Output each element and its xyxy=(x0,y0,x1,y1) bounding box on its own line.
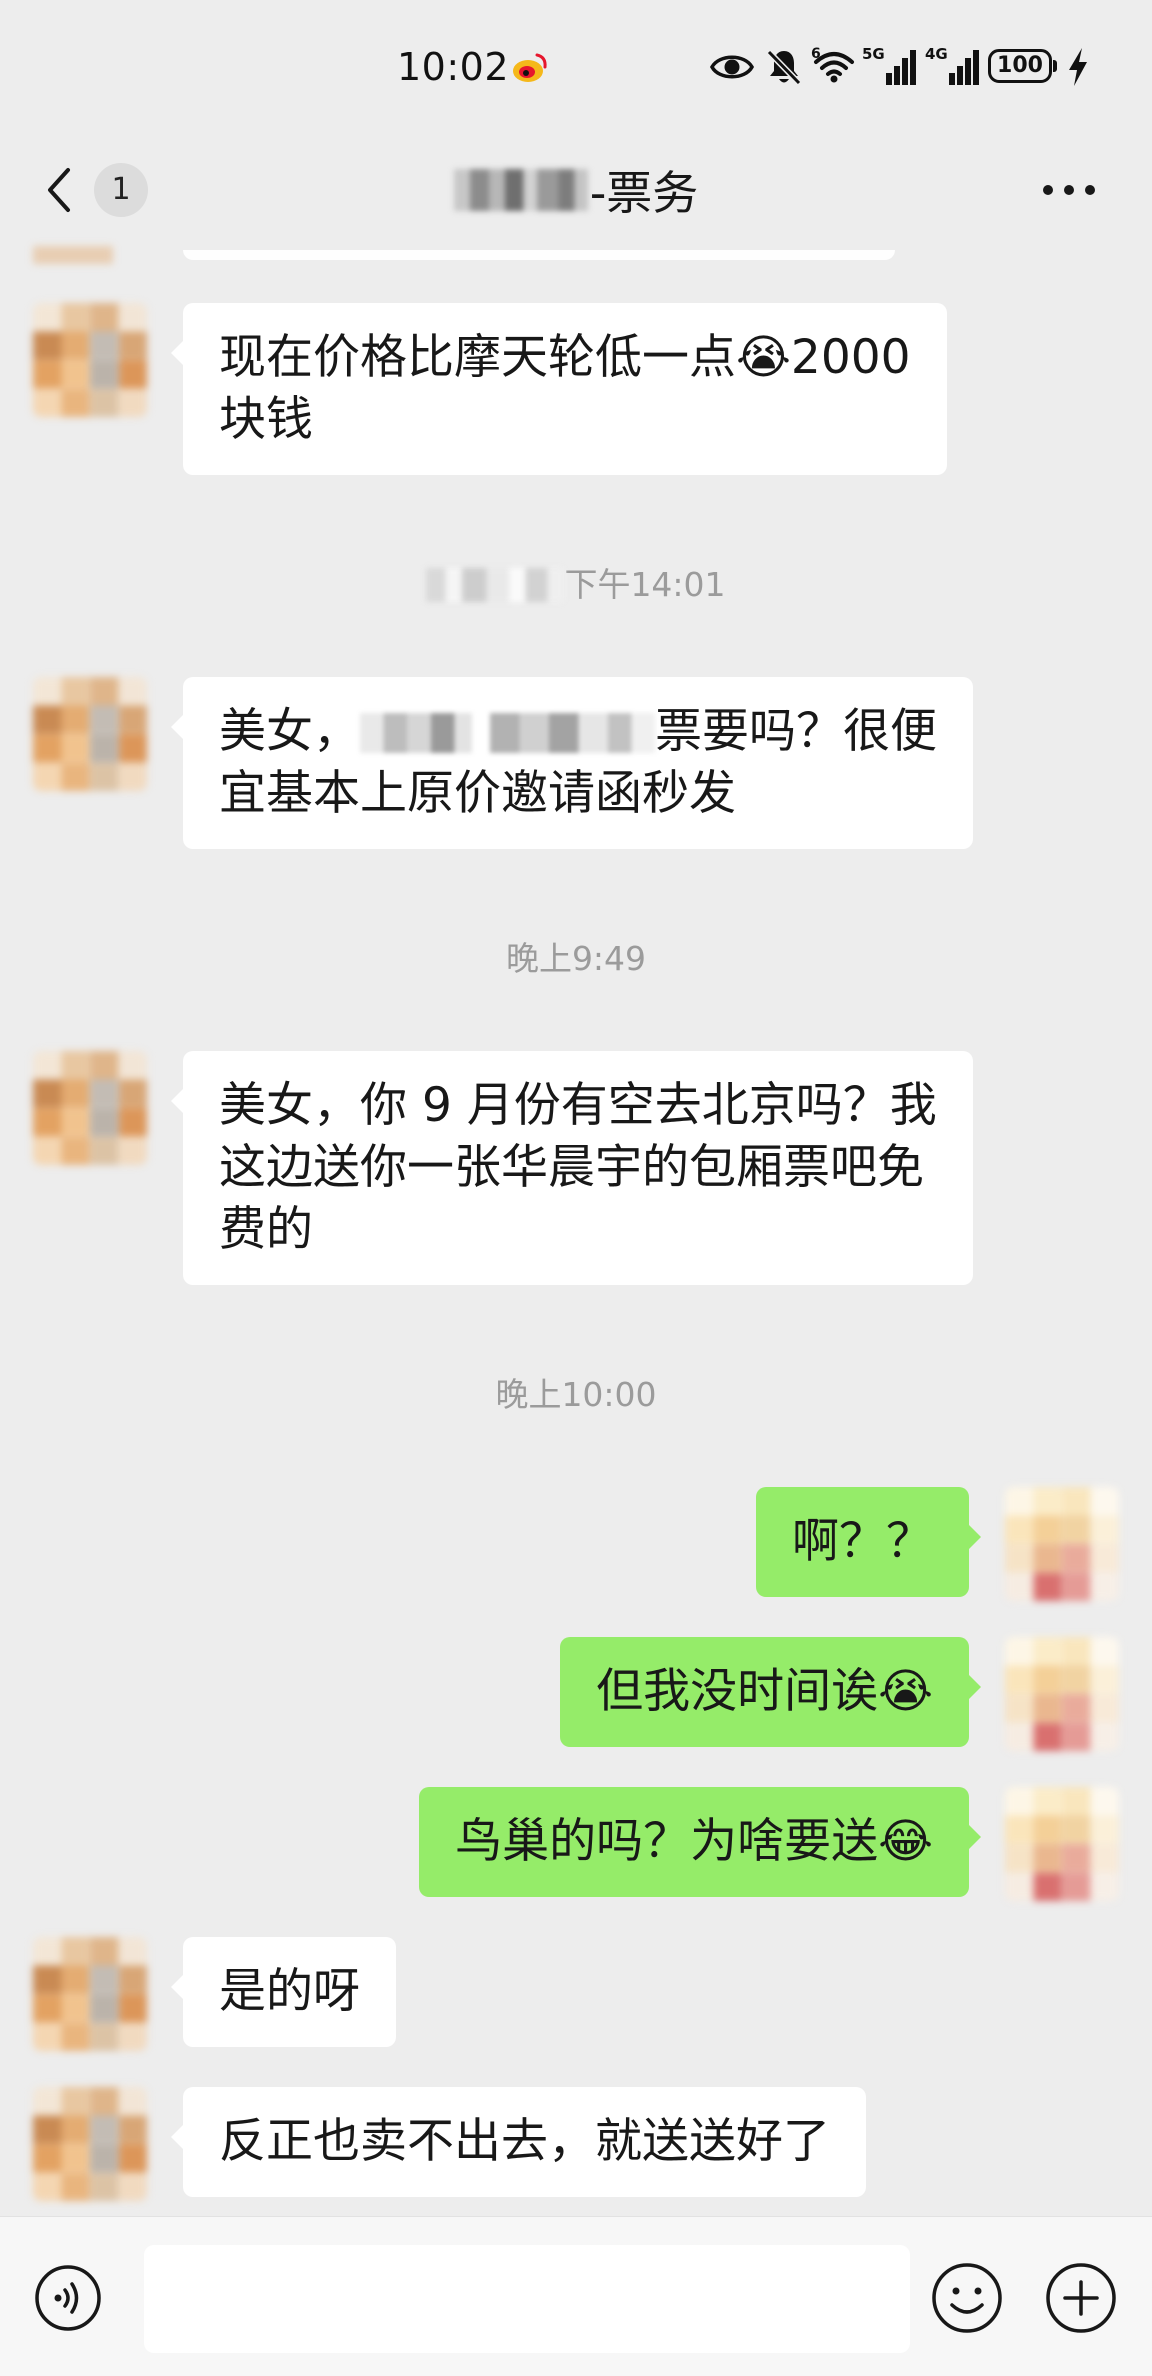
message-bubble[interactable]: 美女， 票要吗？很便 宜基本上原价邀请函秒发 xyxy=(171,677,973,849)
contact-avatar[interactable] xyxy=(33,1937,147,2051)
timestamp: 晚上9:49 xyxy=(0,935,1152,983)
my-avatar[interactable] xyxy=(1005,1487,1119,1601)
status-bar: 10:02 6 5G 4G 100 xyxy=(0,0,1152,136)
message-row: 美女，你 9 月份有空去北京吗？我 这边送你一张华晨宇的包厢票吧免 费的 xyxy=(0,1051,1152,1285)
message-bubble[interactable]: 鸟巢的吗？为啥要送😂 xyxy=(419,1787,981,1897)
message-text: 美女，你 9 月份有空去北京吗？我 xyxy=(219,1078,937,1133)
network-4g-label: 4G xyxy=(925,45,948,63)
timestamp-text: 下午14:01 xyxy=(564,565,726,604)
message-bubble[interactable]: 反正也卖不出去，就送送好了 xyxy=(171,2087,866,2197)
redacted-text xyxy=(360,713,655,753)
timestamp: 下午14:01 xyxy=(0,561,1152,609)
timestamp-text: 晚上9:49 xyxy=(505,939,647,978)
chat-title: -票务 xyxy=(0,160,1152,220)
message-row: 啊？？ xyxy=(0,1487,1152,1601)
bell-muted-icon xyxy=(766,49,802,86)
input-bar xyxy=(0,2216,1152,2376)
message-text: 现在价格比摩天轮低一点😭2000 xyxy=(219,330,911,385)
weibo-icon xyxy=(513,53,547,82)
message-row: 但我没时间诶😭 xyxy=(0,1637,1152,1751)
message-bubble[interactable]: 现在价格比摩天轮低一点😭2000 块钱 xyxy=(171,303,947,475)
battery-level: 100 xyxy=(997,53,1043,78)
message-bubble[interactable]: 美女，你 9 月份有空去北京吗？我 这边送你一张华晨宇的包厢票吧免 费的 xyxy=(171,1051,973,1285)
contact-avatar[interactable] xyxy=(33,2087,147,2201)
message-text: 啊？？ xyxy=(792,1514,933,1569)
message-bubble[interactable]: 但我没时间诶😭 xyxy=(560,1637,981,1747)
message-row: 是的呀 xyxy=(0,1937,1152,2051)
message-text: 鸟巢的吗？为啥要送😂 xyxy=(455,1814,933,1869)
charging-icon xyxy=(1069,48,1087,86)
eye-icon xyxy=(710,55,754,79)
my-avatar[interactable] xyxy=(1005,1637,1119,1751)
timestamp-text: 晚上10:00 xyxy=(495,1375,657,1414)
message-text: 费的 xyxy=(219,1202,313,1257)
more-icon[interactable] xyxy=(1040,180,1098,200)
chat-title-text: -票务 xyxy=(589,166,699,220)
message-row: 鸟巢的吗？为啥要送😂 xyxy=(0,1787,1152,1901)
clock: 10:02 xyxy=(397,45,510,89)
message-text: 反正也卖不出去，就送送好了 xyxy=(219,2114,830,2169)
message-text: 但我没时间诶😭 xyxy=(596,1664,933,1719)
timestamp: 晚上10:00 xyxy=(0,1371,1152,1419)
message-text: 宜基本上原价邀请函秒发 xyxy=(219,766,736,821)
message-row: 现在价格比摩天轮低一点😭2000 块钱 xyxy=(0,303,1152,475)
voice-icon[interactable] xyxy=(34,2264,102,2332)
contact-avatar[interactable] xyxy=(33,303,147,417)
plus-icon[interactable] xyxy=(1044,2261,1118,2335)
chat-area[interactable]: 现在价格比摩天轮低一点😭2000 块钱 下午14:01 美女， 票要吗？很便 宜基… xyxy=(0,250,1152,2237)
message-bubble[interactable]: 是的呀 xyxy=(171,1937,396,2047)
network-5g-label: 5G xyxy=(862,45,885,63)
message-line: 美女， 票要吗？很便 xyxy=(219,701,937,763)
signal-4g-icon: 4G xyxy=(925,45,979,85)
message-input[interactable] xyxy=(144,2245,910,2353)
contact-avatar[interactable] xyxy=(33,677,147,791)
chat-header: 1 -票务 xyxy=(0,136,1152,250)
message-text: 这边送你一张华晨宇的包厢票吧免 xyxy=(219,1140,924,1195)
message-text: 是的呀 xyxy=(219,1964,360,2019)
my-avatar[interactable] xyxy=(1005,1787,1119,1901)
battery-icon: 100 xyxy=(988,49,1057,83)
wifi-icon: 6 xyxy=(811,46,854,83)
message-text: 票要吗？很便 xyxy=(655,704,937,759)
message-bubble[interactable]: 啊？？ xyxy=(756,1487,981,1597)
emoji-icon[interactable] xyxy=(930,2261,1004,2335)
message-row: 反正也卖不出去，就送送好了 xyxy=(0,2087,1152,2201)
message-row: 美女， 票要吗？很便 宜基本上原价邀请函秒发 xyxy=(0,677,1152,849)
message-text: 块钱 xyxy=(219,392,313,447)
redacted-name xyxy=(453,169,588,211)
signal-5g-icon: 5G xyxy=(862,45,916,85)
contact-avatar[interactable] xyxy=(33,1051,147,1165)
redacted-text xyxy=(426,568,565,602)
message-text: 美女， xyxy=(219,704,360,759)
